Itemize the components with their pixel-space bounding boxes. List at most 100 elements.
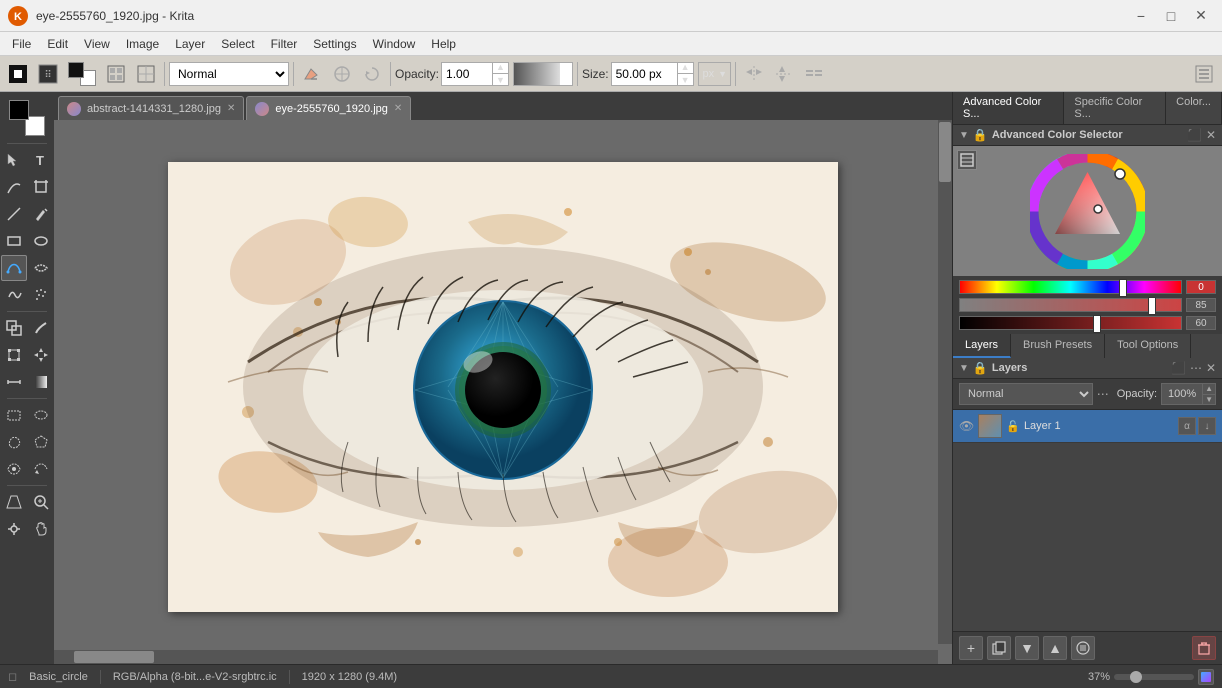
tab-close-eye[interactable]: ✕	[394, 103, 402, 114]
delete-layer-btn[interactable]	[1192, 636, 1216, 660]
layer-opacity-control[interactable]: ▲ ▼	[1161, 383, 1216, 405]
color-wheel-area[interactable]	[953, 146, 1222, 276]
smudge-tool[interactable]	[28, 315, 54, 341]
scrollbar-horizontal-thumb[interactable]	[74, 651, 154, 663]
menu-filter[interactable]: Filter	[263, 35, 306, 53]
clone-tool[interactable]	[1, 315, 27, 341]
maximize-button[interactable]: □	[1158, 6, 1184, 26]
tab-abstract[interactable]: abstract-1414331_1280.jpg ✕	[58, 96, 244, 120]
brush-preset-btn2[interactable]: ⠿	[34, 60, 62, 88]
pencil-tool[interactable]	[28, 201, 54, 227]
color-wheel-svg[interactable]	[1030, 154, 1145, 269]
reset-btn[interactable]	[358, 60, 386, 88]
layers-filter-icon[interactable]: ⋯	[1190, 361, 1202, 375]
canvas-scroll[interactable]	[54, 120, 952, 664]
blend-mode-select[interactable]: Normal Multiply Screen Overlay	[169, 62, 289, 86]
toolbar-option1[interactable]	[102, 60, 130, 88]
menu-layer[interactable]: Layer	[167, 35, 213, 53]
measure-tool[interactable]	[1, 369, 27, 395]
layer-action-alpha-1[interactable]: α	[1178, 417, 1196, 435]
color-swatches[interactable]	[9, 100, 45, 136]
brush-preset-icon[interactable]	[4, 60, 32, 88]
move-tool[interactable]	[28, 342, 54, 368]
layers-expand-icon[interactable]: ▼	[959, 363, 969, 374]
menu-select[interactable]: Select	[213, 35, 262, 53]
menu-window[interactable]: Window	[365, 35, 424, 53]
menu-file[interactable]: File	[4, 35, 39, 53]
mirror-h-btn[interactable]	[740, 60, 768, 88]
toolbar-color-swatches[interactable]	[66, 60, 98, 88]
text-tool[interactable]: T	[28, 147, 54, 173]
color-select-tool[interactable]	[28, 456, 54, 482]
expand-icon[interactable]: ▼	[959, 130, 969, 141]
select-tool[interactable]	[1, 147, 27, 173]
color-tab[interactable]: Color...	[1166, 92, 1222, 124]
opacity-down[interactable]: ▼	[493, 74, 508, 86]
path-tool[interactable]	[1, 255, 27, 281]
eraser-btn[interactable]	[298, 60, 326, 88]
size-unit-dropdown[interactable]: px ▼	[698, 62, 732, 86]
tool-options-tab[interactable]: Tool Options	[1105, 334, 1191, 358]
size-input[interactable]	[612, 67, 677, 81]
close-panel-icon[interactable]: ✕	[1206, 128, 1216, 142]
layer-blend-select[interactable]: Normal Multiply Screen	[959, 383, 1093, 405]
copy-layer-btn[interactable]	[987, 636, 1011, 660]
triangle-selector[interactable]	[1094, 205, 1102, 213]
rect-tool[interactable]	[1, 228, 27, 254]
tab-eye[interactable]: eye-2555760_1920.jpg ✕	[246, 96, 411, 120]
layer-properties-btn[interactable]	[1071, 636, 1095, 660]
layers-list[interactable]: 👁 🔓 Layer 1 α ↓	[953, 410, 1222, 631]
menu-view[interactable]: View	[76, 35, 118, 53]
layer-opacity-up[interactable]: ▲	[1203, 383, 1215, 395]
scrollbar-vertical-thumb[interactable]	[939, 122, 951, 182]
layers-close-icon[interactable]: ✕	[1206, 361, 1216, 375]
foreground-color-swatch[interactable]	[9, 100, 29, 120]
size-up[interactable]: ▲	[678, 62, 693, 75]
saturation-slider[interactable]	[959, 298, 1182, 312]
advanced-color-selector-tab[interactable]: Advanced Color S...	[953, 92, 1064, 124]
brush-settings-btn[interactable]	[328, 60, 356, 88]
move-down-btn[interactable]: ▼	[1015, 636, 1039, 660]
ellipse-select-tool[interactable]	[28, 402, 54, 428]
spray-tool[interactable]	[28, 282, 54, 308]
layer-filter-btn[interactable]: ⋯	[1097, 387, 1109, 401]
size-control[interactable]: ▲ ▼	[611, 62, 694, 86]
freeform-tool[interactable]	[1, 282, 27, 308]
add-layer-btn[interactable]: +	[959, 636, 983, 660]
polygon-select-tool[interactable]	[28, 429, 54, 455]
zoom-slider[interactable]	[1114, 674, 1194, 680]
scrollbar-horizontal[interactable]	[54, 650, 938, 664]
opacity-control[interactable]: ▲ ▼	[441, 62, 509, 86]
layer-opacity-input[interactable]	[1162, 388, 1202, 400]
hue-thumb[interactable]	[1119, 279, 1127, 297]
specific-color-selector-tab[interactable]: Specific Color S...	[1064, 92, 1166, 124]
rect-select-tool[interactable]	[1, 402, 27, 428]
opacity-slider-track[interactable]	[513, 62, 573, 86]
ellipse-tool[interactable]	[28, 228, 54, 254]
layers-tab[interactable]: Layers	[953, 334, 1011, 358]
menu-edit[interactable]: Edit	[39, 35, 76, 53]
layers-float-icon[interactable]: ⬛	[1171, 361, 1186, 375]
zoom-tool[interactable]	[28, 489, 54, 515]
foreground-color-swatch[interactable]	[68, 62, 84, 78]
close-button[interactable]: ✕	[1188, 6, 1214, 26]
contiguous-select-tool[interactable]	[1, 456, 27, 482]
freehand-select-tool[interactable]	[1, 429, 27, 455]
magnetic-select[interactable]	[28, 255, 54, 281]
line-tool[interactable]	[1, 201, 27, 227]
opacity-up[interactable]: ▲	[493, 62, 508, 75]
hue-slider[interactable]	[959, 280, 1182, 294]
pan-tool[interactable]	[1, 516, 27, 542]
minimize-button[interactable]: −	[1128, 6, 1154, 26]
transform-tool[interactable]	[1, 342, 27, 368]
hue-selector[interactable]	[1115, 169, 1125, 179]
toolbar-option2[interactable]	[132, 60, 160, 88]
mirror-v-btn[interactable]	[770, 60, 798, 88]
gamut-mask-btn[interactable]	[957, 150, 977, 170]
brush-presets-tab[interactable]: Brush Presets	[1011, 334, 1105, 358]
hand-tool[interactable]	[28, 516, 54, 542]
scrollbar-vertical[interactable]	[938, 120, 952, 644]
size-down[interactable]: ▼	[678, 74, 693, 86]
tab-close-abstract[interactable]: ✕	[227, 103, 235, 114]
move-up-btn[interactable]: ▲	[1043, 636, 1067, 660]
